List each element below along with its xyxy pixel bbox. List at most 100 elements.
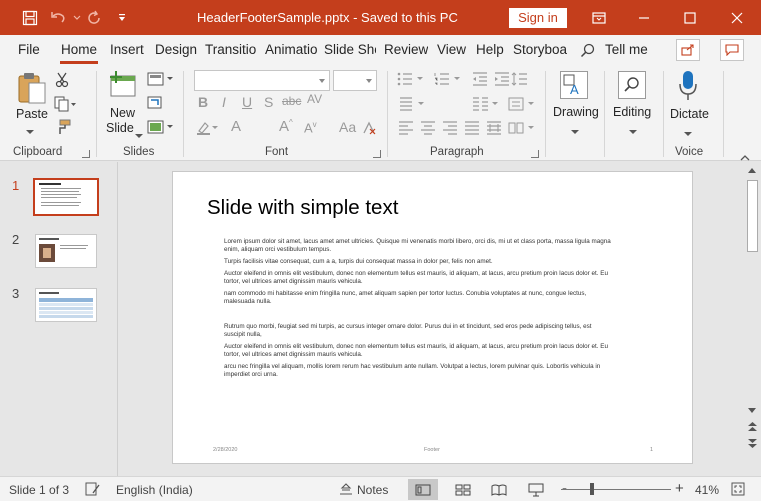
new-slide-dropdown-icon[interactable] bbox=[135, 127, 143, 142]
font-name-combo[interactable] bbox=[194, 70, 330, 91]
sign-in-button[interactable]: Sign in bbox=[509, 8, 567, 28]
font-color-icon[interactable]: A bbox=[231, 118, 241, 135]
font-dialog-launcher[interactable] bbox=[373, 150, 381, 158]
share-icon[interactable] bbox=[676, 39, 700, 61]
zoom-slider[interactable] bbox=[561, 489, 671, 490]
slide-thumbnail-3[interactable] bbox=[35, 288, 97, 322]
new-slide-label-line1[interactable]: New bbox=[110, 106, 135, 120]
drawing-dropdown-icon[interactable] bbox=[571, 123, 579, 138]
tab-slide-show[interactable]: Slide Sho bbox=[324, 42, 376, 57]
font-size-combo[interactable] bbox=[333, 70, 377, 91]
save-icon[interactable] bbox=[20, 8, 40, 28]
align-center-icon[interactable] bbox=[420, 121, 436, 138]
scrollbar-thumb[interactable] bbox=[747, 180, 758, 252]
comments-icon[interactable] bbox=[720, 39, 744, 61]
close-icon[interactable] bbox=[727, 8, 747, 28]
tab-help[interactable]: Help bbox=[476, 42, 504, 57]
normal-view-button[interactable] bbox=[408, 479, 438, 500]
scroll-down-icon[interactable] bbox=[748, 408, 756, 413]
character-spacing-icon[interactable]: AV bbox=[307, 92, 322, 106]
highlight-icon[interactable] bbox=[196, 121, 218, 138]
slide-thumbnail-1[interactable] bbox=[33, 178, 99, 216]
smartart-icon[interactable] bbox=[508, 121, 534, 138]
align-text-icon[interactable] bbox=[508, 97, 534, 114]
slide-thumbnail-2[interactable] bbox=[35, 234, 97, 268]
fit-to-window-icon[interactable] bbox=[731, 482, 745, 499]
new-slide-icon[interactable] bbox=[108, 71, 138, 102]
scroll-up-icon[interactable] bbox=[748, 168, 756, 173]
text-direction-icon[interactable] bbox=[398, 97, 424, 114]
editing-search-icon[interactable] bbox=[618, 71, 646, 99]
tab-file[interactable]: File bbox=[18, 42, 40, 57]
section-icon[interactable] bbox=[147, 120, 173, 137]
tab-transitions[interactable]: Transitio bbox=[205, 42, 260, 57]
paste-button[interactable]: Paste bbox=[16, 107, 48, 121]
zoom-in-button[interactable]: + bbox=[675, 480, 684, 497]
increase-font-icon[interactable]: A^ bbox=[279, 118, 293, 135]
bullets-icon[interactable] bbox=[397, 72, 423, 89]
tab-review[interactable]: Review bbox=[384, 42, 428, 57]
dictate-button[interactable]: Dictate bbox=[670, 107, 709, 121]
decrease-font-icon[interactable]: Av bbox=[304, 120, 317, 135]
slide-show-button[interactable] bbox=[521, 479, 551, 500]
maximize-icon[interactable] bbox=[680, 8, 700, 28]
reading-view-button[interactable] bbox=[484, 479, 514, 500]
underline-icon[interactable]: U bbox=[242, 94, 252, 110]
line-spacing-icon[interactable] bbox=[511, 72, 531, 89]
drawing-shapes-icon[interactable]: A bbox=[560, 71, 588, 99]
microphone-icon[interactable] bbox=[678, 70, 698, 105]
clear-formatting-icon[interactable] bbox=[362, 121, 376, 138]
columns-icon[interactable] bbox=[472, 97, 498, 114]
new-slide-button[interactable]: Slide bbox=[106, 121, 134, 135]
tab-animations[interactable]: Animatio bbox=[265, 42, 319, 57]
format-painter-icon[interactable] bbox=[55, 119, 71, 138]
distribute-icon[interactable] bbox=[486, 121, 502, 138]
minimize-icon[interactable] bbox=[634, 8, 654, 28]
paragraph-dialog-launcher[interactable] bbox=[531, 150, 539, 158]
align-right-icon[interactable] bbox=[442, 121, 458, 138]
decrease-indent-icon[interactable] bbox=[472, 72, 488, 89]
tab-storyboarding[interactable]: Storyboa bbox=[513, 42, 567, 57]
next-slide-icon[interactable] bbox=[748, 436, 757, 451]
cut-icon[interactable] bbox=[55, 72, 69, 91]
tab-design[interactable]: Design bbox=[155, 42, 197, 57]
ribbon-display-icon[interactable] bbox=[589, 8, 609, 28]
tell-me-box[interactable]: Tell me bbox=[605, 42, 648, 57]
align-left-icon[interactable] bbox=[398, 121, 414, 138]
slide-title[interactable]: Slide with simple text bbox=[207, 196, 398, 220]
search-icon[interactable] bbox=[580, 43, 595, 61]
increase-indent-icon[interactable] bbox=[494, 72, 510, 89]
change-case-icon[interactable]: Aa bbox=[339, 119, 356, 135]
slide-sorter-button[interactable] bbox=[448, 479, 478, 500]
drawing-button[interactable]: Drawing bbox=[553, 105, 599, 119]
current-slide[interactable]: Slide with simple text Lorem ipsum dolor… bbox=[172, 171, 693, 464]
spelling-check-icon[interactable] bbox=[84, 482, 100, 499]
redo-icon[interactable] bbox=[84, 8, 104, 28]
tab-home[interactable]: Home bbox=[61, 42, 97, 57]
reset-icon[interactable] bbox=[147, 95, 163, 112]
layout-icon[interactable] bbox=[147, 72, 173, 89]
shadow-icon[interactable]: S bbox=[264, 94, 273, 110]
slide-body-text[interactable]: Lorem ipsum dolor sit amet, lacus amet a… bbox=[224, 238, 614, 383]
zoom-slider-thumb[interactable] bbox=[590, 483, 594, 495]
dictate-dropdown-icon[interactable] bbox=[684, 125, 692, 140]
notes-icon[interactable] bbox=[339, 483, 353, 498]
numbering-icon[interactable] bbox=[434, 72, 460, 89]
justify-icon[interactable] bbox=[464, 121, 480, 138]
paste-icon[interactable] bbox=[16, 71, 48, 110]
tab-view[interactable]: View bbox=[437, 42, 466, 57]
copy-icon[interactable] bbox=[54, 96, 76, 115]
tab-insert[interactable]: Insert bbox=[110, 42, 144, 57]
notes-button[interactable]: Notes bbox=[357, 483, 388, 497]
bold-icon[interactable]: B bbox=[198, 94, 208, 110]
editing-button[interactable]: Editing bbox=[613, 105, 651, 119]
vertical-scrollbar[interactable] bbox=[744, 162, 761, 476]
language-status[interactable]: English (India) bbox=[116, 483, 193, 497]
previous-slide-icon[interactable] bbox=[748, 420, 757, 435]
customize-icon[interactable] bbox=[112, 8, 132, 28]
zoom-level[interactable]: 41% bbox=[695, 483, 719, 497]
undo-icon[interactable] bbox=[48, 8, 68, 28]
clipboard-dialog-launcher[interactable] bbox=[82, 150, 90, 158]
strikethrough-icon[interactable]: abc bbox=[282, 94, 301, 108]
editing-dropdown-icon[interactable] bbox=[629, 123, 637, 138]
